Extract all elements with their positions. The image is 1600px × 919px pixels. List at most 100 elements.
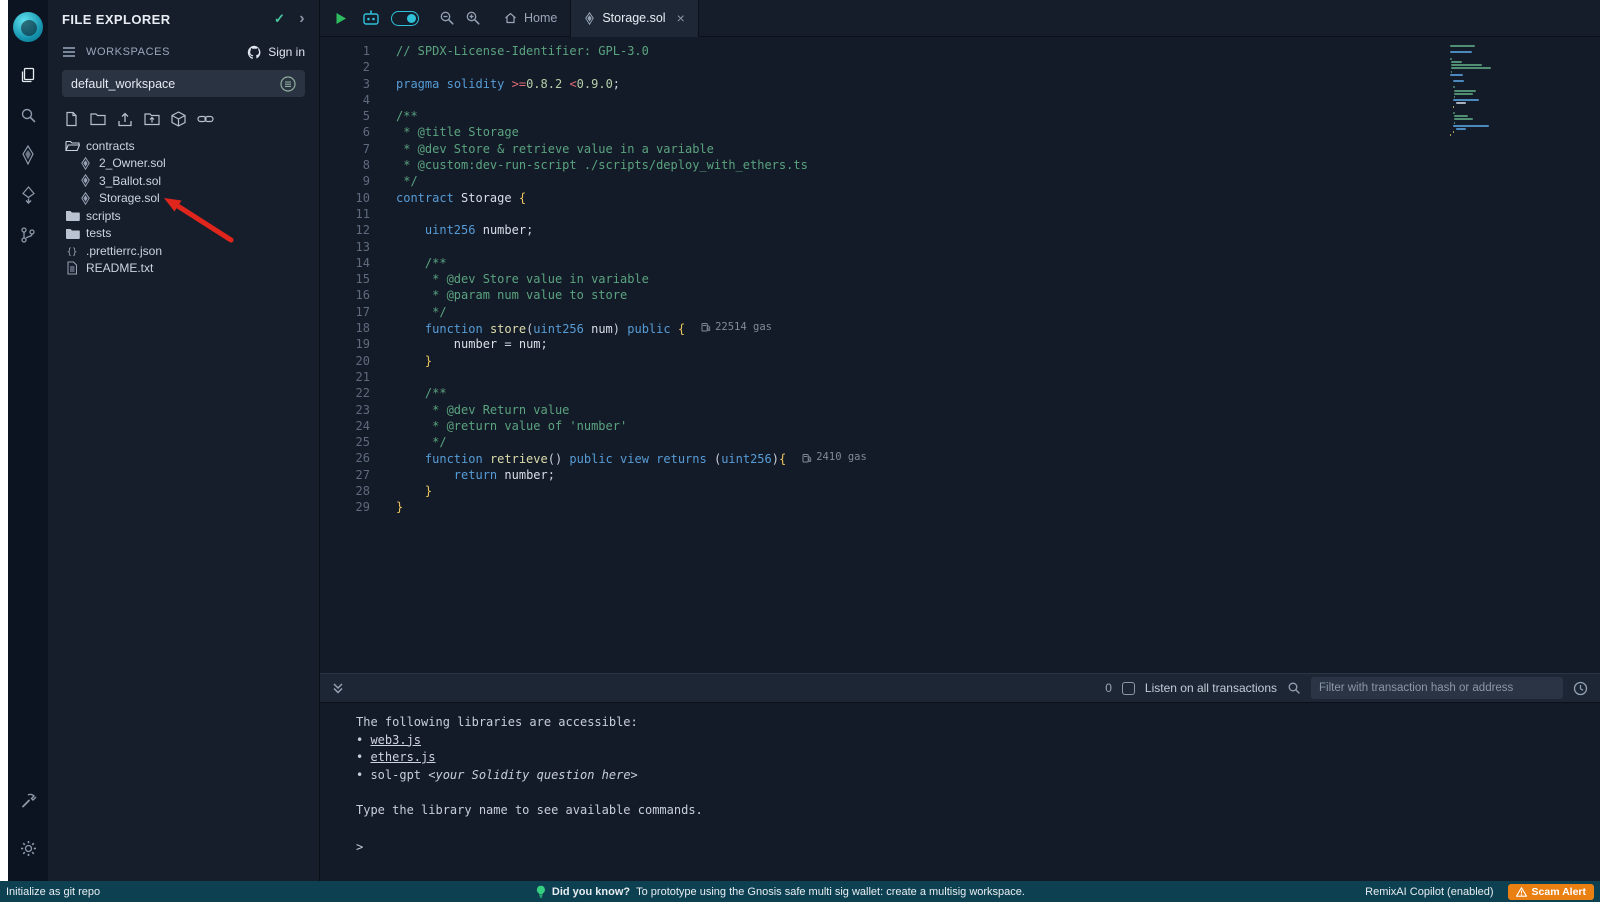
filter-input[interactable] — [1311, 677, 1563, 699]
solidity-icon — [77, 192, 93, 205]
solidity-icon — [584, 12, 595, 25]
gas-estimate-badge: 22514 gas — [701, 319, 772, 335]
tree-item-tests[interactable]: tests — [48, 225, 319, 243]
tab-storage-sol[interactable]: Storage.sol × — [571, 0, 697, 37]
tree-item-label: Storage.sol — [99, 191, 160, 205]
warning-icon — [1516, 887, 1527, 897]
tree-item-label: scripts — [86, 209, 121, 223]
file-tree: contracts 2_Owner.sol3_Ballot.sol Storage.… — [48, 137, 319, 277]
editor-toolbar: Home Storage.sol × — [320, 0, 1600, 37]
code-content: // SPDX-License-Identifier: GPL-3.0pragm… — [384, 37, 1600, 710]
folder-open-icon — [64, 139, 80, 152]
chevron-right-icon[interactable]: › — [299, 11, 305, 27]
svg-text:{}: {} — [67, 247, 78, 257]
deploy-run-icon[interactable] — [8, 176, 48, 214]
new-file-button[interactable] — [64, 111, 79, 127]
line-numbers: 1234567891011121314151617181920212223242… — [320, 37, 384, 710]
file-icon — [64, 261, 80, 275]
github-icon — [247, 45, 262, 60]
terminal-line: • ethers.js — [356, 749, 1600, 767]
terminal-line: Type the library name to see available c… — [356, 802, 1600, 820]
tree-item-README.txt[interactable]: README.txt — [48, 260, 319, 278]
tree-item-label: tests — [86, 226, 111, 240]
did-you-know-tip: Did you know? To prototype using the Gno… — [536, 885, 1025, 898]
plugin-manager-icon[interactable] — [8, 781, 48, 819]
settings-icon[interactable] — [8, 829, 48, 867]
history-icon[interactable] — [1573, 681, 1588, 696]
code-editor[interactable]: 1234567891011121314151617181920212223242… — [320, 37, 1600, 710]
solidity-icon — [77, 157, 93, 170]
new-folder-button[interactable] — [90, 112, 106, 126]
activity-bar — [8, 0, 48, 881]
workspace-name: default_workspace — [71, 77, 175, 91]
upload-file-button[interactable] — [117, 112, 133, 127]
tree-item-Storage.sol[interactable]: Storage.sol — [48, 190, 319, 208]
run-script-button[interactable] — [335, 12, 347, 25]
check-icon: ✓ — [274, 11, 285, 27]
sign-in-label: Sign in — [268, 45, 305, 59]
solidity-icon — [77, 174, 93, 187]
zoom-in-icon[interactable] — [465, 10, 481, 26]
zoom-out-icon[interactable] — [439, 10, 455, 26]
transaction-count: 0 — [1105, 681, 1112, 695]
listen-label: Listen on all transactions — [1145, 681, 1277, 695]
terminal-header: 0 Listen on all transactions — [320, 673, 1600, 703]
terminal-line: The following libraries are accessible: — [356, 714, 1600, 732]
panel-title: FILE EXPLORER — [62, 12, 171, 27]
folder-icon — [64, 227, 80, 240]
file-explorer-icon[interactable] — [8, 56, 48, 94]
tree-item-2_Owner.sol[interactable]: 2_Owner.sol — [48, 155, 319, 173]
close-tab-icon[interactable]: × — [677, 11, 685, 25]
tab-home[interactable]: Home — [491, 0, 570, 37]
link-icon[interactable] — [197, 114, 214, 124]
sign-in-button[interactable]: Sign in — [247, 45, 305, 60]
remix-ide: FILE EXPLORER ✓ › WORKSPACES Sign in def… — [0, 0, 1600, 919]
terminal-line: • web3.js — [356, 732, 1600, 750]
copilot-status[interactable]: RemixAI Copilot (enabled) — [1365, 886, 1493, 898]
copilot-toggle[interactable] — [391, 11, 419, 26]
listen-checkbox[interactable] — [1122, 682, 1135, 695]
filter-search-icon — [1287, 681, 1301, 695]
terminal-line — [356, 784, 1600, 802]
tree-item-contracts[interactable]: contracts — [48, 137, 319, 155]
box-icon[interactable] — [171, 111, 186, 127]
tree-item-label: contracts — [86, 139, 135, 153]
scam-alert-button[interactable]: Scam Alert — [1508, 884, 1594, 900]
active-tab-label: Storage.sol — [602, 11, 665, 25]
workspaces-menu-icon[interactable] — [62, 46, 76, 58]
expand-terminal-icon[interactable] — [332, 682, 344, 694]
terminal[interactable]: The following libraries are accessible:•… — [320, 704, 1600, 881]
search-icon[interactable] — [8, 96, 48, 134]
folder-icon — [64, 209, 80, 222]
status-bar: Initialize as git repo Did you know? To … — [0, 881, 1600, 902]
workspace-select[interactable]: default_workspace — [62, 70, 305, 97]
tree-item-3_Ballot.sol[interactable]: 3_Ballot.sol — [48, 172, 319, 190]
tree-item-scripts[interactable]: scripts — [48, 207, 319, 225]
gas-estimate-badge: 2410 gas — [802, 449, 867, 465]
terminal-link-ethers.js[interactable]: ethers.js — [370, 750, 435, 764]
workspaces-label: WORKSPACES — [86, 46, 170, 58]
home-icon — [504, 12, 517, 24]
workspace-options-icon[interactable] — [280, 76, 296, 92]
tip-text: To prototype using the Gnosis safe multi… — [636, 886, 1025, 898]
file-explorer-panel: FILE EXPLORER ✓ › WORKSPACES Sign in def… — [48, 0, 320, 881]
scam-alert-label: Scam Alert — [1532, 886, 1586, 898]
upload-folder-button[interactable] — [144, 112, 160, 126]
git-icon[interactable] — [8, 216, 48, 254]
home-tab-label: Home — [524, 11, 557, 25]
terminal-line: • sol-gpt <your Solidity question here> — [356, 767, 1600, 785]
editor-area: Home Storage.sol × 123456789101112131415… — [320, 0, 1600, 881]
terminal-link-web3.js[interactable]: web3.js — [370, 733, 421, 747]
tree-item-label: .prettierrc.json — [86, 244, 162, 258]
remix-logo[interactable] — [13, 12, 43, 42]
tip-bold: Did you know? — [552, 886, 630, 898]
tree-item-label: 3_Ballot.sol — [99, 174, 161, 188]
terminal-line — [356, 819, 1600, 837]
solidity-compiler-icon[interactable] — [8, 136, 48, 174]
git-init-button[interactable]: Initialize as git repo — [0, 886, 100, 898]
ai-assistant-icon[interactable] — [361, 10, 381, 26]
tree-item-.prettierrc.json[interactable]: {} .prettierrc.json — [48, 242, 319, 260]
minimap[interactable] — [1450, 45, 1522, 137]
tree-item-label: README.txt — [86, 261, 153, 275]
json-icon: {} — [64, 245, 80, 257]
